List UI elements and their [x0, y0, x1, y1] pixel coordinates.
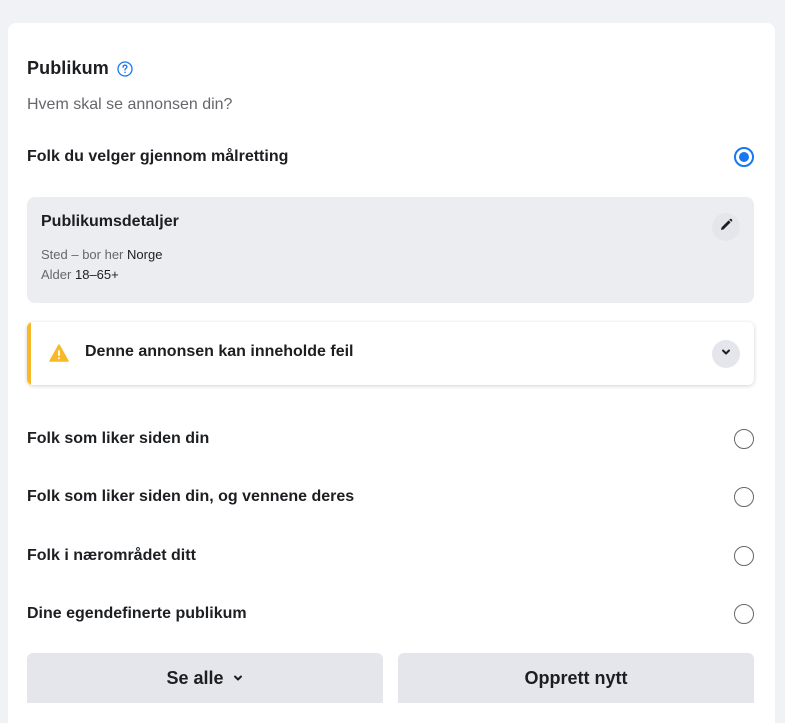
audience-subtitle: Hvem skal se annonsen din? — [27, 96, 233, 113]
details-location: Sted – bor her Norge — [41, 247, 162, 262]
location-label: Sted – bor her — [41, 247, 124, 262]
edit-details-button[interactable] — [712, 213, 740, 241]
audience-header: Publikum — [27, 58, 133, 79]
question-circle-icon[interactable] — [117, 60, 133, 77]
option-local-area[interactable]: Folk i nærområdet ditt — [27, 541, 754, 571]
audience-title: Publikum — [27, 58, 109, 78]
option-label: Folk du velger gjennom målretting — [27, 148, 289, 165]
location-value: Norge — [127, 247, 163, 262]
create-new-label: Opprett nytt — [524, 667, 628, 688]
age-value: 18–65+ — [74, 267, 119, 282]
details-age: Alder 18–65+ — [41, 267, 119, 282]
option-label: Folk som liker siden din — [27, 430, 210, 447]
radio-unselected[interactable] — [734, 487, 754, 507]
expand-warning-button[interactable] — [712, 340, 740, 368]
create-new-button[interactable]: Opprett nytt — [398, 653, 754, 703]
see-all-label: Se alle — [166, 667, 224, 688]
option-page-likers[interactable]: Folk som liker siden din — [27, 424, 754, 454]
chevron-down-icon — [720, 345, 732, 363]
warning-accent-bar — [27, 322, 31, 385]
age-label: Alder — [41, 267, 72, 282]
warning-triangle-icon — [49, 344, 69, 362]
radio-selected[interactable] — [734, 147, 754, 167]
option-label: Dine egendefinerte publikum — [27, 605, 247, 622]
radio-unselected[interactable] — [734, 604, 754, 624]
chevron-down-icon — [232, 668, 244, 689]
option-custom-audiences[interactable]: Dine egendefinerte publikum — [27, 599, 754, 629]
option-page-likers-friends[interactable]: Folk som liker siden din, og vennene der… — [27, 482, 754, 512]
option-label: Folk som liker siden din, og vennene der… — [27, 488, 355, 505]
radio-unselected[interactable] — [734, 429, 754, 449]
details-title: Publikumsdetaljer — [41, 213, 179, 230]
warning-banner[interactable]: Denne annonsen kan inneholde feil — [27, 322, 754, 385]
option-targeting[interactable]: Folk du velger gjennom målretting — [27, 142, 754, 172]
warning-text: Denne annonsen kan inneholde feil — [85, 343, 354, 360]
option-label: Folk i nærområdet ditt — [27, 547, 196, 564]
see-all-button[interactable]: Se alle — [27, 653, 383, 703]
radio-unselected[interactable] — [734, 546, 754, 566]
audience-details: Publikumsdetaljer Sted – bor her Norge A… — [27, 197, 754, 303]
pencil-icon — [719, 218, 733, 237]
